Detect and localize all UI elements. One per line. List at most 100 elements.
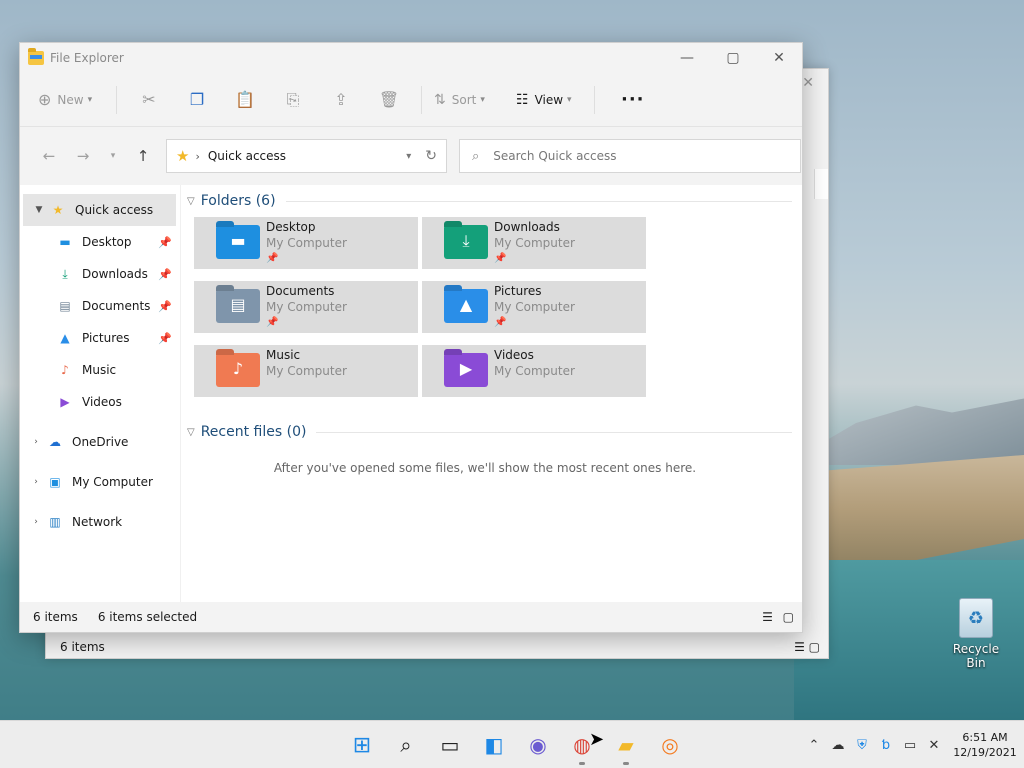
avast-taskbar-button[interactable]: ◎ [648, 727, 692, 763]
widgets-button[interactable]: ◧ [472, 727, 516, 763]
more-options-button[interactable]: ··· [621, 89, 645, 110]
delete-button[interactable]: 🗑 [365, 84, 413, 116]
up-button[interactable]: ↑ [126, 147, 160, 165]
sort-button[interactable]: ⇅ Sort ▾ [434, 84, 498, 116]
paste-button[interactable]: 📋 [221, 84, 269, 116]
search-taskbar-button[interactable]: ⌕ [384, 727, 428, 763]
clock-time: 6:51 AM [962, 731, 1008, 744]
maximize-button[interactable]: ▢ [710, 43, 756, 73]
running-indicator [623, 762, 629, 765]
forward-button[interactable]: → [66, 147, 100, 165]
chevron-right-icon[interactable]: › [26, 477, 46, 487]
folder-location: My Computer [266, 364, 347, 378]
folder-tile-desktop[interactable]: ▬ Desktop My Computer 📌 [194, 217, 418, 269]
chevron-down-icon[interactable]: ▼ [29, 205, 49, 215]
chevron-up-icon[interactable]: ⌃ [802, 738, 826, 753]
sidebar-item-label: My Computer [72, 475, 153, 489]
folders-header-label: Folders (6) [200, 193, 276, 209]
close-icon[interactable]: ✕ [802, 75, 814, 91]
pictures-icon: ▲ [60, 331, 70, 345]
folder-tile-music[interactable]: ♪ Music My Computer [194, 345, 418, 397]
refresh-button[interactable]: ↻ [425, 148, 437, 164]
window-title: File Explorer [50, 51, 124, 65]
view-icon: ☷ [516, 91, 529, 108]
folder-name: Videos [494, 348, 534, 362]
sidebar-item-quick-access[interactable]: ▼ ★ Quick access [23, 194, 176, 226]
plus-circle-icon: ⊕ [38, 90, 52, 109]
system-tray: ⌃ ☁ ⛨ ƅ ▭ ✕ 6:51 AM 12/19/2021 [802, 721, 1024, 768]
sidebar-item-label: Music [82, 363, 117, 377]
sidebar-item-my-computer[interactable]: › ▣ My Computer [20, 466, 180, 498]
minimize-button[interactable]: — [664, 43, 710, 73]
desktop-icon: ▬ [59, 235, 71, 249]
videos-folder-icon: ▶ [444, 353, 488, 387]
file-explorer-taskbar-button[interactable]: ▰ [604, 727, 648, 765]
chevron-right-icon[interactable]: › [26, 517, 46, 527]
clock[interactable]: 6:51 AM 12/19/2021 [946, 730, 1024, 760]
recent-locations-button[interactable]: ▾ [100, 151, 126, 161]
sidebar-item-videos[interactable]: ▶ Videos [20, 386, 180, 418]
folder-name: Desktop [266, 220, 316, 234]
security-shield-icon[interactable]: ⛨ [850, 738, 874, 753]
address-dropdown-button[interactable]: ▾ [406, 151, 411, 162]
address-bar[interactable]: ★ › Quick access ▾ ↻ [166, 139, 447, 173]
sidebar-item-network[interactable]: › ▥ Network [20, 506, 180, 538]
view-button[interactable]: ☷ View ▾ [516, 84, 586, 116]
music-icon: ♪ [61, 363, 69, 377]
sort-label: Sort [451, 92, 477, 107]
pin-icon: 📌 [494, 253, 507, 264]
chat-button[interactable]: ◉ [516, 727, 560, 763]
folders-section-header[interactable]: ▽ Folders (6) [185, 186, 802, 216]
search-box[interactable]: ⌕ Search Quick access [459, 139, 801, 173]
tiles-view-icon[interactable]: ▢ [783, 610, 794, 624]
speaker-muted-icon[interactable]: ✕ [922, 738, 946, 753]
back-button[interactable]: ← [32, 147, 66, 165]
copy-button[interactable]: ❐ [173, 84, 221, 116]
running-indicator [579, 762, 585, 765]
sidebar-item-desktop[interactable]: ▬ Desktop 📌 [20, 226, 180, 258]
sidebar-item-music[interactable]: ♪ Music [20, 354, 180, 386]
chevron-down-icon: ▾ [87, 94, 93, 105]
details-view-icon[interactable]: ☰ [762, 610, 773, 624]
chevron-right-icon[interactable]: › [26, 437, 46, 447]
title-bar[interactable]: File Explorer — ▢ ✕ [20, 43, 802, 73]
recent-files-section-header[interactable]: ▽ Recent files (0) [185, 417, 802, 447]
bing-icon[interactable]: ƅ [874, 738, 898, 753]
sidebar-item-pictures[interactable]: ▲ Pictures 📌 [20, 322, 180, 354]
folder-tile-documents[interactable]: ▤ Documents My Computer 📌 [194, 281, 418, 333]
toolbar-divider [594, 85, 595, 114]
sidebar-item-label: Network [72, 515, 123, 529]
folder-location: My Computer [494, 300, 575, 314]
navigation-pane: ▼ ★ Quick access ▬ Desktop 📌 ⤓ Downloads… [20, 185, 180, 602]
folder-tile-downloads[interactable]: ⤓ Downloads My Computer 📌 [422, 217, 646, 269]
cut-button[interactable]: ✂ [125, 84, 173, 116]
task-view-button[interactable]: ▭ [428, 727, 472, 763]
background-view-toggle[interactable]: ☰ ▢ [794, 640, 820, 654]
mouse-cursor-icon: ➤ [589, 729, 605, 750]
chevron-right-icon: › [195, 149, 200, 163]
file-explorer-window[interactable]: File Explorer — ▢ ✕ ⊕ New ▾ ✂ ❐ 📋 ⎘ ⇪ 🗑 … [19, 42, 803, 633]
windows-logo-icon: ⊞ [352, 732, 372, 758]
toolbar-divider [116, 85, 117, 114]
sidebar-item-onedrive[interactable]: › ☁ OneDrive [20, 426, 180, 458]
rename-button[interactable]: ⎘ [269, 84, 317, 116]
close-button[interactable]: ✕ [756, 43, 802, 73]
folder-name: Pictures [494, 284, 542, 298]
folder-tile-videos[interactable]: ▶ Videos My Computer [422, 345, 646, 397]
sidebar-item-documents[interactable]: ▤ Documents 📌 [20, 290, 180, 322]
section-divider [316, 431, 792, 433]
star-icon: ★ [52, 203, 64, 217]
new-button[interactable]: ⊕ New ▾ [38, 84, 108, 116]
start-button[interactable]: ⊞ [340, 727, 384, 763]
address-text: Quick access [207, 149, 287, 163]
share-button[interactable]: ⇪ [317, 84, 365, 116]
sort-icon: ⇅ [434, 91, 446, 108]
network-icon: ▥ [49, 515, 61, 529]
recycle-bin-label: Recycle Bin [952, 642, 1000, 670]
folder-tile-pictures[interactable]: ▲ Pictures My Computer 📌 [422, 281, 646, 333]
network-monitor-icon[interactable]: ▭ [898, 738, 922, 753]
sidebar-item-downloads[interactable]: ⤓ Downloads 📌 [20, 258, 180, 290]
recycle-bin-desktop-icon[interactable]: ♻ Recycle Bin [944, 598, 1008, 670]
onedrive-cloud-icon[interactable]: ☁ [826, 738, 850, 753]
